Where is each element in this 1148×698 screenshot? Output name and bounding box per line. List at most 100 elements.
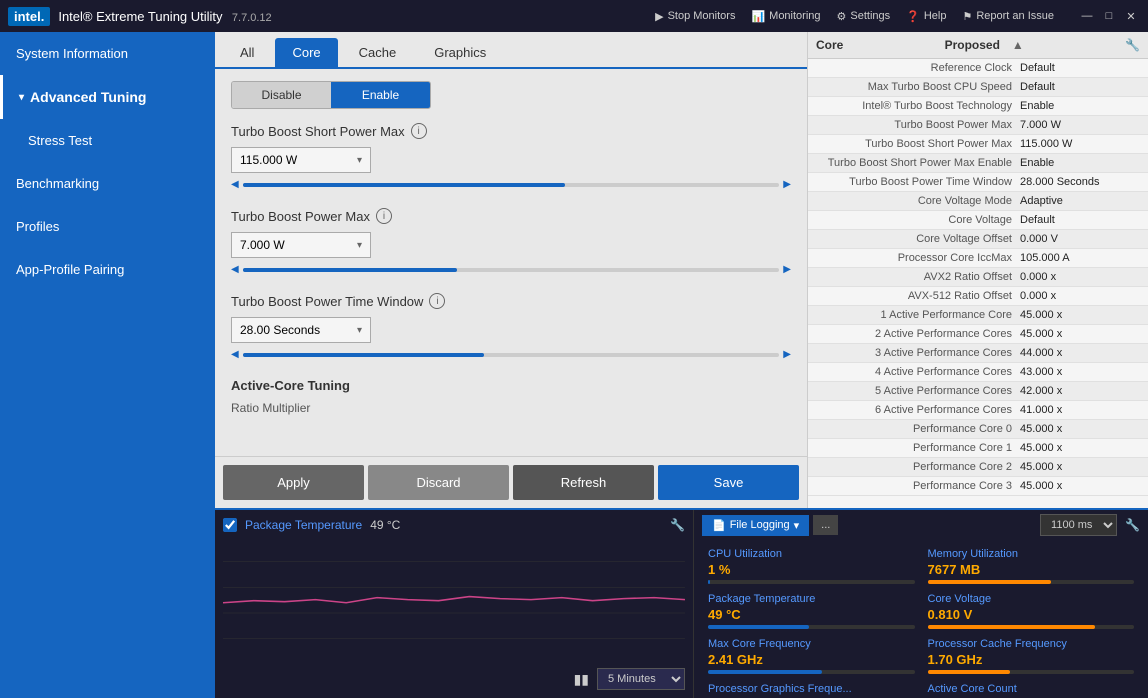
turbo-short-slider[interactable] [243,183,780,187]
slider-left-arrow[interactable]: ◀ [231,349,239,360]
chart-header: Package Temperature 49 °C 🔧 [223,518,685,532]
tab-all[interactable]: All [223,38,271,67]
properties-scroll[interactable]: Reference Clock Default Max Turbo Boost … [808,59,1148,508]
slider-left-arrow[interactable]: ◀ [231,179,239,190]
turbo-toggle-group[interactable]: Disable Enable [231,81,431,109]
package-temp-checkbox[interactable] [223,518,237,532]
stats-dots-btn[interactable]: ... [813,515,838,535]
turbo-time-slider[interactable] [243,353,780,357]
turbo-short-value-input[interactable]: 115.000 W ▾ [231,147,371,173]
turbo-time-value-input[interactable]: 28.00 Seconds ▾ [231,317,371,343]
turbo-max-slider[interactable] [243,268,780,272]
stats-wrench-icon[interactable]: 🔧 [1125,518,1140,532]
chart-wrench-icon[interactable]: 🔧 [670,518,685,532]
apply-button[interactable]: Apply [223,465,364,500]
help-icon: ❓ [906,10,920,23]
help-btn[interactable]: ❓ Help [906,10,946,23]
pause-button[interactable]: ▮▮ [574,671,589,688]
slider-right-arrow[interactable]: ▶ [783,179,791,190]
titlebar-controls: ▶ Stop Monitors 📊 Monitoring ⚙ Settings … [655,9,1140,23]
sidebar-item-profiles[interactable]: Profiles [0,205,215,248]
app-version: 7.7.0.12 [232,12,272,24]
turbo-max-slider-fill [243,268,458,272]
app-title: Intel® Extreme Tuning Utility [58,9,222,24]
intel-badge: intel. [8,7,50,26]
collapse-icon[interactable]: ▲ [1012,38,1024,52]
minimize-btn[interactable]: — [1078,9,1096,23]
enable-btn[interactable]: Enable [331,82,430,108]
discard-button[interactable]: Discard [368,465,509,500]
sidebar-item-app-profile-pairing[interactable]: App-Profile Pairing [0,248,215,291]
cpu-util-bar-fill [708,580,710,584]
disable-btn[interactable]: Disable [232,82,331,108]
pkg-temp-bar-fill [708,625,809,629]
turbo-short-power-max-label: Turbo Boost Short Power Max i [231,123,791,139]
intel-logo: intel. Intel® Extreme Tuning Utility 7.7… [8,7,272,26]
turbo-short-slider-fill [243,183,565,187]
pkg-temp-bar [708,625,915,629]
tab-graphics[interactable]: Graphics [417,38,503,67]
sidebar-item-advanced-tuning[interactable]: ▾ Advanced Tuning [0,75,215,119]
stats-interval-select[interactable]: 1100 ms 500 ms 1000 ms [1040,514,1117,536]
stat-proc-graphics: Processor Graphics Freque... — [702,679,921,698]
slider-left-arrow[interactable]: ◀ [231,264,239,275]
turbo-time-slider-row: ◀ ▶ [231,349,791,360]
proc-cache-freq-bar-fill [928,670,1011,674]
active-core-label: Active Core Count [928,683,1135,695]
time-range-select[interactable]: 5 Minutes 10 Minutes 30 Minutes 1 Hour [597,668,685,690]
proc-cache-freq-value: 1.70 GHz [928,652,1135,667]
wrench-icon[interactable]: 🔧 [1125,38,1140,52]
tuning-panel: All Core Cache Graphics Disable Enable [215,32,808,508]
maximize-btn[interactable]: □ [1100,9,1118,23]
tab-cache[interactable]: Cache [342,38,414,67]
window-controls: — □ ✕ [1078,9,1140,23]
stop-monitors-btn[interactable]: ▶ Stop Monitors [655,10,735,23]
turbo-short-slider-row: ◀ ▶ [231,179,791,190]
monitor-icon: ▶ [655,10,663,23]
tab-core[interactable]: Core [275,38,337,67]
prop-row-core-volt: Core Voltage Default [808,211,1148,230]
sidebar-item-stress-test[interactable]: Stress Test [0,119,215,162]
prop-row-perf-core-1: Performance Core 1 45.000 x [808,439,1148,458]
slider-right-arrow[interactable]: ▶ [783,349,791,360]
gear-icon: ⚙ [837,10,847,23]
prop-row-turbo-short-max: Turbo Boost Short Power Max 115.000 W [808,135,1148,154]
turbo-time-info-icon[interactable]: i [429,293,445,309]
ratio-multiplier-label: Ratio Multiplier [231,401,791,415]
settings-btn[interactable]: ⚙ Settings [837,10,891,23]
stat-max-core-freq: Max Core Frequency 2.41 GHz [702,634,921,678]
turbo-short-info-icon[interactable]: i [411,123,427,139]
slider-right-arrow[interactable]: ▶ [783,264,791,275]
prop-row-ref-clock: Reference Clock Default [808,59,1148,78]
core-volt-bar [928,625,1135,629]
pkg-temp-label: Package Temperature [708,593,915,605]
turbo-time-window-setting: Turbo Boost Power Time Window i 28.00 Se… [231,293,791,360]
turbo-time-slider-fill [243,353,484,357]
save-button[interactable]: Save [658,465,799,500]
prop-row-perf-core-3: Performance Core 3 45.000 x [808,477,1148,496]
refresh-button[interactable]: Refresh [513,465,654,500]
logging-icon: 📄 [712,519,726,532]
turbo-time-value-row: 28.00 Seconds ▾ [231,317,791,343]
turbo-max-value-input[interactable]: 7.000 W ▾ [231,232,371,258]
flag-icon: ⚑ [962,10,972,23]
chevron-down-icon: ▾ [357,240,362,251]
prop-row-4cores: 4 Active Performance Cores 43.000 x [808,363,1148,382]
monitoring-btn[interactable]: 📊 Monitoring [751,10,820,23]
upper-content: All Core Cache Graphics Disable Enable [215,32,1148,508]
pkg-temp-value: 49 °C [708,607,915,622]
stat-core-volt: Core Voltage 0.810 V [922,589,1141,633]
properties-header: Core Proposed ▲ 🔧 [808,32,1148,59]
sidebar-item-system-information[interactable]: System Information [0,32,215,75]
report-issue-btn[interactable]: ⚑ Report an Issue [962,10,1054,23]
chevron-down-icon: ▾ [357,325,362,336]
properties-panel: Core Proposed ▲ 🔧 Reference Clock Defaul… [808,32,1148,508]
turbo-max-info-icon[interactable]: i [376,208,392,224]
file-logging-btn[interactable]: 📄 File Logging ▾ [702,515,809,536]
sidebar: System Information ▾ Advanced Tuning Str… [0,32,215,698]
prop-row-core-volt-mode: Core Voltage Mode Adaptive [808,192,1148,211]
settings-scroll[interactable]: Disable Enable Turbo Boost Short Power M… [215,69,807,456]
sidebar-item-benchmarking[interactable]: Benchmarking [0,162,215,205]
prop-col-core: Core [816,38,843,52]
close-btn[interactable]: ✕ [1122,9,1140,23]
